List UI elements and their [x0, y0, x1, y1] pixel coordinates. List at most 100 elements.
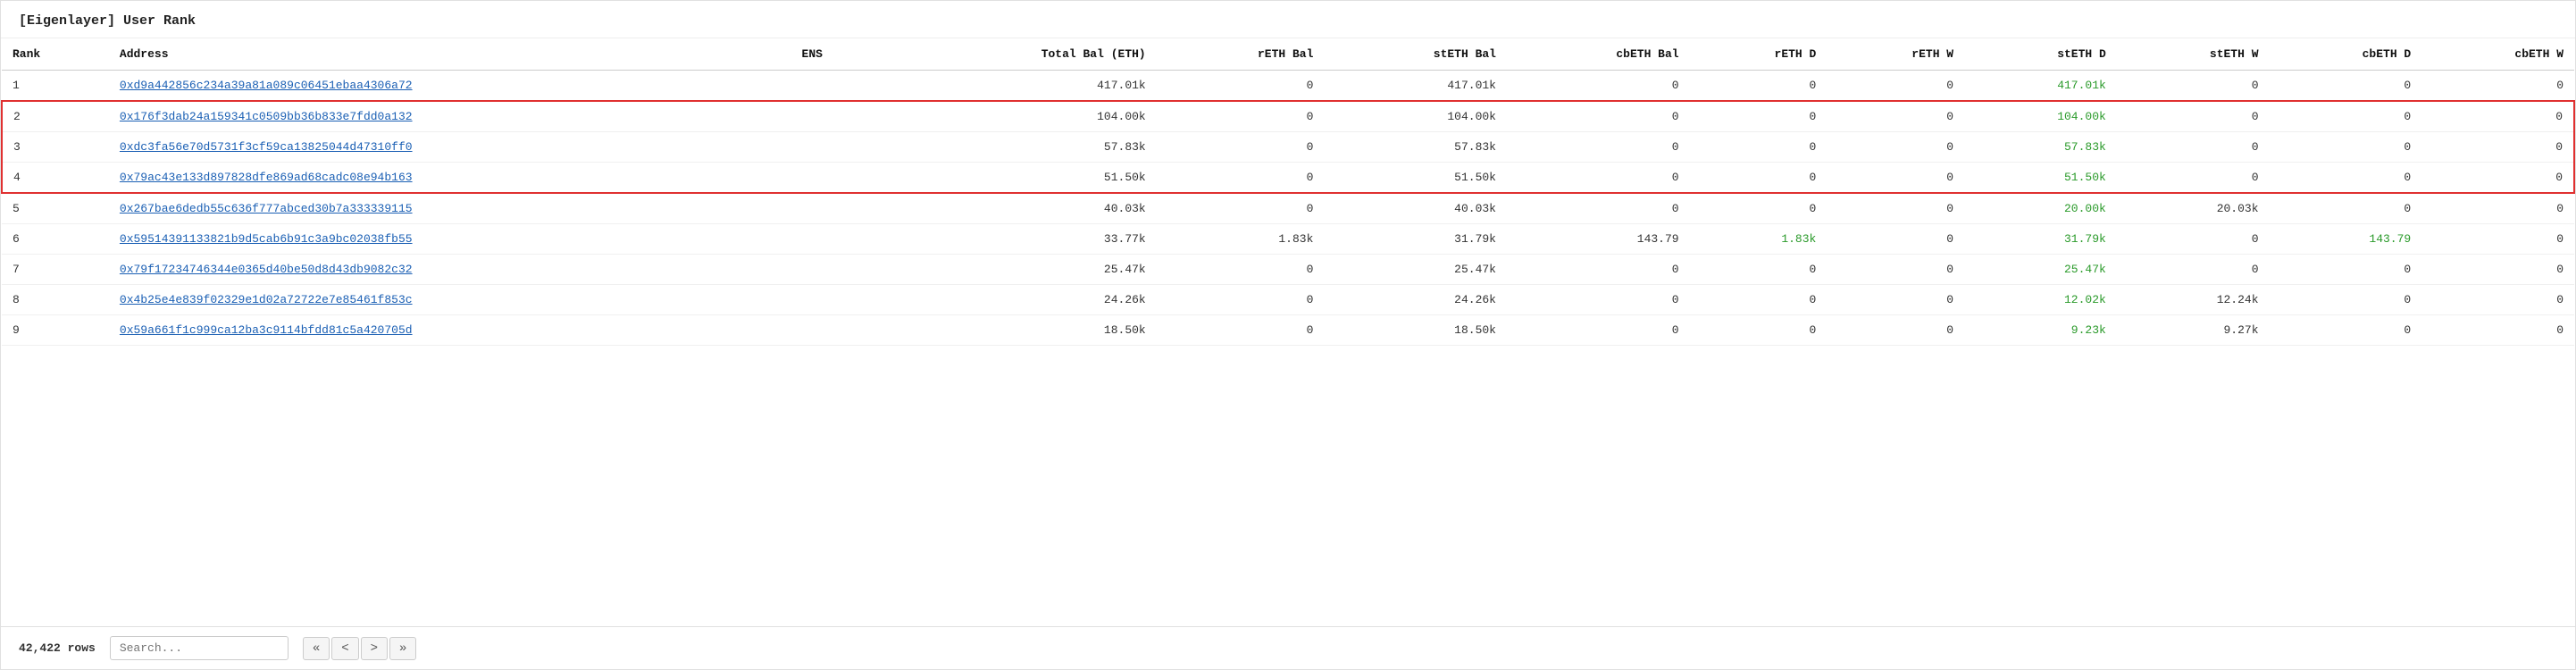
cell-steth_w: 0 [2117, 132, 2270, 163]
cell-reth_d: 1.83k [1690, 224, 1827, 255]
cell-cbeth_bal: 0 [1507, 71, 1690, 102]
col-header-address: Address [109, 38, 791, 71]
address-link[interactable]: 0x267bae6dedb55c636f777abced30b7a3333391… [120, 202, 413, 215]
address-link[interactable]: 0x4b25e4e839f02329e1d02a72722e7e85461f85… [120, 293, 413, 306]
cell-steth_bal: 417.01k [1324, 71, 1507, 102]
address-link[interactable]: 0x79f17234746344e0365d40be50d8d43db9082c… [120, 263, 413, 276]
cell-steth_w: 0 [2117, 101, 2270, 132]
next-page-button[interactable]: > [361, 637, 388, 660]
cell-ens [791, 193, 883, 224]
address-link[interactable]: 0x176f3dab24a159341c0509bb36b833e7fdd0a1… [120, 110, 413, 123]
cell-cbeth_w: 0 [2421, 193, 2574, 224]
cell-reth_bal: 0 [1157, 163, 1325, 194]
cell-steth_d: 104.00k [1964, 101, 2117, 132]
cell-steth_bal: 57.83k [1324, 132, 1507, 163]
cell-reth_w: 0 [1827, 163, 1964, 194]
cell-reth_bal: 0 [1157, 193, 1325, 224]
cell-cbeth_w: 0 [2421, 285, 2574, 315]
cell-ens [791, 101, 883, 132]
cell-steth_bal: 51.50k [1324, 163, 1507, 194]
table-container: RankAddressENSTotal Bal (ETH)rETH BalstE… [1, 38, 2575, 626]
cell-cbeth_d: 0 [2270, 315, 2422, 346]
cell-rank: 5 [2, 193, 109, 224]
cell-reth_d: 0 [1690, 255, 1827, 285]
cell-steth_w: 12.24k [2117, 285, 2270, 315]
cell-steth_d: 25.47k [1964, 255, 2117, 285]
pagination-controls: « < > » [303, 637, 417, 660]
address-link[interactable]: 0x59514391133821b9d5cab6b91c3a9bc02038fb… [120, 232, 413, 246]
cell-reth_bal: 0 [1157, 285, 1325, 315]
cell-cbeth_w: 0 [2421, 315, 2574, 346]
cell-reth_w: 0 [1827, 101, 1964, 132]
cell-cbeth_d: 143.79 [2270, 224, 2422, 255]
prev-page-button[interactable]: < [331, 637, 358, 660]
first-page-button[interactable]: « [303, 637, 330, 660]
cell-total_bal: 104.00k [882, 101, 1156, 132]
address-link[interactable]: 0x59a661f1c999ca12ba3c9114bfdd81c5a42070… [120, 323, 413, 337]
cell-address: 0x59a661f1c999ca12ba3c9114bfdd81c5a42070… [109, 315, 791, 346]
cell-cbeth_w: 0 [2421, 132, 2574, 163]
rows-count: 42,422 rows [19, 641, 96, 655]
col-header-cbeth_d: cbETH D [2270, 38, 2422, 71]
cell-total_bal: 25.47k [882, 255, 1156, 285]
cell-steth_d: 31.79k [1964, 224, 2117, 255]
cell-steth_bal: 25.47k [1324, 255, 1507, 285]
cell-reth_bal: 0 [1157, 71, 1325, 102]
cell-cbeth_d: 0 [2270, 193, 2422, 224]
cell-cbeth_bal: 0 [1507, 193, 1690, 224]
col-header-total_bal: Total Bal (ETH) [882, 38, 1156, 71]
address-link[interactable]: 0xdc3fa56e70d5731f3cf59ca13825044d47310f… [120, 140, 413, 154]
cell-reth_d: 0 [1690, 193, 1827, 224]
cell-ens [791, 315, 883, 346]
cell-reth_d: 0 [1690, 71, 1827, 102]
cell-reth_d: 0 [1690, 285, 1827, 315]
cell-cbeth_d: 0 [2270, 101, 2422, 132]
cell-cbeth_d: 0 [2270, 71, 2422, 102]
cell-cbeth_bal: 0 [1507, 132, 1690, 163]
cell-ens [791, 224, 883, 255]
cell-total_bal: 18.50k [882, 315, 1156, 346]
cell-cbeth_bal: 0 [1507, 163, 1690, 194]
page-title: [Eigenlayer] User Rank [1, 1, 2575, 38]
cell-total_bal: 51.50k [882, 163, 1156, 194]
cell-steth_bal: 24.26k [1324, 285, 1507, 315]
page-wrapper: [Eigenlayer] User Rank RankAddressENSTot… [0, 0, 2576, 670]
cell-rank: 4 [2, 163, 109, 194]
cell-rank: 3 [2, 132, 109, 163]
cell-reth_w: 0 [1827, 193, 1964, 224]
cell-total_bal: 33.77k [882, 224, 1156, 255]
address-link[interactable]: 0xd9a442856c234a39a81a089c06451ebaa4306a… [120, 79, 413, 92]
address-link[interactable]: 0x79ac43e133d897828dfe869ad68cadc08e94b1… [120, 171, 413, 184]
cell-cbeth_d: 0 [2270, 255, 2422, 285]
col-header-cbeth_bal: cbETH Bal [1507, 38, 1690, 71]
col-header-ens: ENS [791, 38, 883, 71]
cell-cbeth_d: 0 [2270, 132, 2422, 163]
cell-rank: 2 [2, 101, 109, 132]
col-header-steth_d: stETH D [1964, 38, 2117, 71]
cell-ens [791, 71, 883, 102]
cell-total_bal: 40.03k [882, 193, 1156, 224]
cell-steth_w: 9.27k [2117, 315, 2270, 346]
cell-reth_bal: 0 [1157, 315, 1325, 346]
footer-bar: 42,422 rows « < > » [1, 626, 2575, 669]
cell-steth_bal: 31.79k [1324, 224, 1507, 255]
cell-cbeth_d: 0 [2270, 285, 2422, 315]
search-input[interactable] [110, 636, 289, 660]
cell-rank: 9 [2, 315, 109, 346]
cell-reth_w: 0 [1827, 224, 1964, 255]
last-page-button[interactable]: » [389, 637, 416, 660]
cell-rank: 6 [2, 224, 109, 255]
cell-reth_d: 0 [1690, 132, 1827, 163]
cell-cbeth_bal: 0 [1507, 255, 1690, 285]
col-header-cbeth_w: cbETH W [2421, 38, 2574, 71]
cell-steth_w: 20.03k [2117, 193, 2270, 224]
cell-steth_bal: 18.50k [1324, 315, 1507, 346]
cell-steth_w: 0 [2117, 163, 2270, 194]
cell-rank: 8 [2, 285, 109, 315]
col-header-steth_w: stETH W [2117, 38, 2270, 71]
cell-cbeth_w: 0 [2421, 163, 2574, 194]
data-table: RankAddressENSTotal Bal (ETH)rETH BalstE… [1, 38, 2575, 346]
cell-ens [791, 163, 883, 194]
cell-cbeth_w: 0 [2421, 101, 2574, 132]
cell-cbeth_bal: 0 [1507, 315, 1690, 346]
